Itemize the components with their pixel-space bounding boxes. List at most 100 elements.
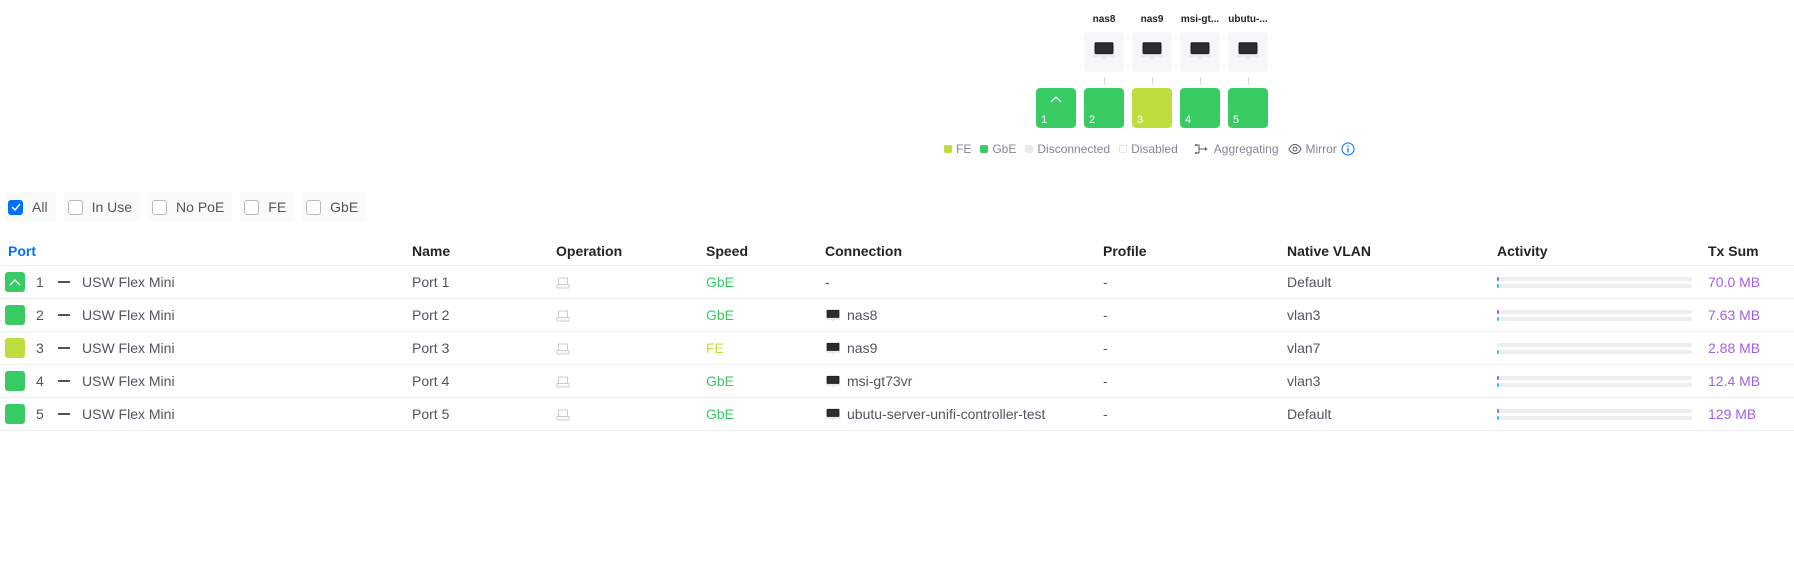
device-label: ubutu-...: [1228, 14, 1268, 25]
rx-activity-bar: [1497, 349, 1692, 354]
connection-cell[interactable]: nas9: [825, 340, 877, 356]
legend-disconnected: Disconnected: [1025, 142, 1110, 156]
port-square[interactable]: 4: [1180, 88, 1220, 128]
col-speed[interactable]: Speed: [706, 243, 748, 259]
col-operation[interactable]: Operation: [556, 243, 622, 259]
port-cell: 4 USW Flex Mini: [5, 371, 175, 391]
checkbox[interactable]: [67, 199, 83, 215]
port-name: Port 5: [412, 406, 450, 422]
checkbox[interactable]: [244, 199, 260, 215]
link-line: [1103, 77, 1105, 85]
device-label: nas8: [1092, 14, 1116, 25]
tx-activity-fill: [1497, 276, 1499, 281]
filter-fe[interactable]: FE: [240, 192, 295, 222]
tx-sum: 70.0 MB: [1708, 274, 1761, 290]
aggregating-icon: [1194, 143, 1210, 155]
port-number: 3: [1137, 114, 1144, 126]
legend-gbe-label: GbE: [992, 142, 1017, 156]
activity-bars: [1497, 307, 1692, 324]
connected-device[interactable]: nas8: [1083, 14, 1125, 85]
port-name: Port 4: [412, 373, 450, 389]
checkbox[interactable]: [8, 199, 23, 215]
legend-mirror-label: Mirror: [1305, 142, 1337, 156]
device-name: USW Flex Mini: [82, 340, 175, 356]
rx-activity-bar: [1497, 382, 1692, 387]
gbe-swatch: [980, 145, 989, 153]
fe-swatch: [944, 145, 952, 153]
connection-name[interactable]: nas8: [847, 307, 877, 323]
tx-sum: 129 MB: [1708, 406, 1757, 422]
rx-activity-fill: [1497, 382, 1499, 387]
operation-switching-icon: [556, 342, 570, 358]
port-cell: 2 USW Flex Mini: [5, 305, 175, 325]
table-row[interactable]: 2 USW Flex Mini Port 2 GbE nas8 - vlan3 …: [0, 299, 1794, 332]
connection-cell: -: [825, 274, 830, 290]
device-dash-icon: [58, 413, 70, 415]
activity-bars: [1497, 274, 1692, 291]
connection-cell[interactable]: msi-gt73vr: [825, 373, 912, 389]
filter-all[interactable]: All: [4, 192, 56, 222]
port-number: 2: [36, 307, 44, 323]
port-square[interactable]: 1: [1036, 88, 1076, 128]
port-cell: 1 USW Flex Mini: [5, 272, 175, 292]
device-box[interactable]: [1084, 32, 1124, 72]
operation-switching-icon: [556, 375, 570, 391]
table-row[interactable]: 3 USW Flex Mini Port 3 FE nas9 - vlan7 2…: [0, 332, 1794, 365]
speed: GbE: [706, 373, 735, 389]
table-row[interactable]: 4 USW Flex Mini Port 4 GbE msi-gt73vr - …: [0, 365, 1794, 398]
tx-activity-fill: [1497, 408, 1499, 413]
col-port[interactable]: Port: [8, 243, 36, 259]
col-profile[interactable]: Profile: [1103, 243, 1147, 259]
device-box[interactable]: [1180, 32, 1220, 72]
port-status-badge: [5, 338, 25, 358]
col-tx-sum[interactable]: Tx Sum: [1708, 243, 1759, 259]
device-label: nas9: [1140, 14, 1164, 25]
native-vlan: vlan3: [1287, 373, 1321, 389]
legend-disconnected-label: Disconnected: [1037, 142, 1111, 156]
port-square[interactable]: 3: [1132, 88, 1172, 128]
connection-name[interactable]: msi-gt73vr: [847, 373, 912, 389]
col-native-vlan[interactable]: Native VLAN: [1287, 243, 1371, 259]
connected-device[interactable]: ubutu-...: [1227, 14, 1269, 85]
link-line: [1247, 77, 1249, 85]
legend-disabled: Disabled: [1119, 142, 1178, 156]
device-label: msi-gt...: [1180, 14, 1220, 25]
checkbox[interactable]: [152, 199, 168, 215]
connected-device[interactable]: msi-gt...: [1179, 14, 1221, 85]
connection-name[interactable]: ubutu-server-unifi-controller-test: [847, 406, 1045, 422]
operation-switching-icon: [556, 309, 570, 325]
connected-device[interactable]: nas9: [1131, 14, 1173, 85]
table-row[interactable]: 1 USW Flex Mini Port 1 GbE - - Default 7…: [0, 266, 1794, 299]
connection-name[interactable]: nas9: [847, 340, 877, 356]
checkbox[interactable]: [306, 199, 322, 215]
col-activity[interactable]: Activity: [1497, 243, 1548, 259]
col-connection[interactable]: Connection: [825, 243, 902, 259]
device-box[interactable]: [1132, 32, 1172, 72]
connection-cell[interactable]: ubutu-server-unifi-controller-test: [825, 406, 1045, 422]
device-name: USW Flex Mini: [82, 307, 175, 323]
col-name[interactable]: Name: [412, 243, 450, 259]
profile: -: [1103, 406, 1108, 422]
legend-aggregating-label: Aggregating: [1213, 142, 1279, 156]
rx-activity-fill: [1497, 349, 1499, 354]
rx-activity-bar: [1497, 415, 1692, 420]
port-square[interactable]: 5: [1228, 88, 1268, 128]
table-row[interactable]: 5 USW Flex Mini Port 5 GbE ubutu-server-…: [0, 398, 1794, 431]
operation-switching-icon: [556, 276, 570, 292]
speed: GbE: [706, 406, 735, 422]
port-status-badge: [5, 272, 25, 292]
filter-no-poe[interactable]: No PoE: [148, 192, 233, 222]
device-name: USW Flex Mini: [82, 373, 175, 389]
port-square[interactable]: 2: [1084, 88, 1124, 128]
tx-activity-fill: [1497, 375, 1499, 380]
connection-cell[interactable]: nas8: [825, 307, 877, 323]
device-box[interactable]: [1228, 32, 1268, 72]
filter-gbe[interactable]: GbE: [302, 192, 367, 222]
profile: -: [1103, 274, 1108, 290]
disabled-swatch: [1119, 145, 1128, 153]
legend-disabled-label: Disabled: [1131, 142, 1178, 156]
port-status-badge: [5, 371, 25, 391]
filter-in-use[interactable]: In Use: [63, 192, 141, 222]
info-icon[interactable]: [1341, 142, 1355, 156]
laptop-icon: [825, 408, 841, 421]
